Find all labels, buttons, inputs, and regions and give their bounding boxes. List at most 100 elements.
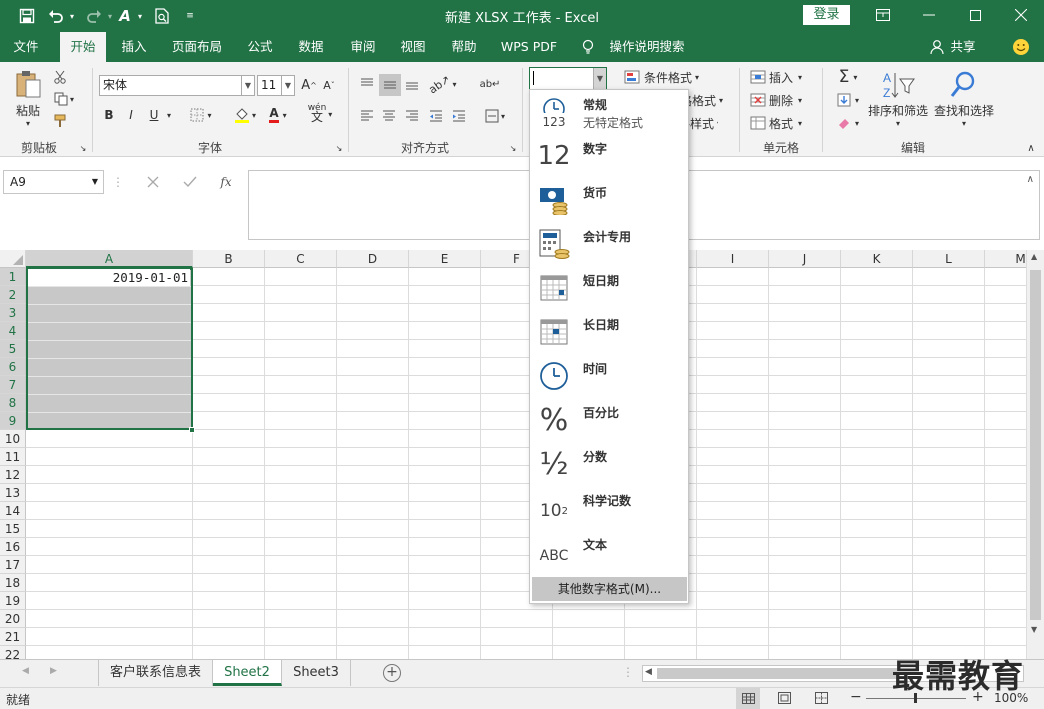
lightbulb-icon[interactable] (580, 32, 596, 62)
format-painter-icon[interactable] (50, 112, 70, 130)
alignment-launcher-icon[interactable]: ↘ (508, 143, 518, 153)
cell-a1[interactable]: 2019-01-01 (28, 269, 190, 286)
sort-filter-dropdown-icon[interactable]: ▾ (890, 118, 906, 128)
cancel-icon[interactable] (140, 172, 166, 192)
format-cells-button[interactable]: 格式 ▾ (750, 114, 814, 132)
row-header-22[interactable]: 22 (0, 646, 26, 659)
select-all-corner[interactable] (0, 250, 26, 268)
format-short-date[interactable]: 短日期 (530, 266, 688, 310)
format-fraction[interactable]: ½ 分数 (530, 442, 688, 486)
font-size-select[interactable]: 11 ▼ (257, 75, 295, 96)
underline-button[interactable]: U (145, 105, 163, 125)
page-layout-view-icon[interactable] (778, 692, 791, 707)
row-header-20[interactable]: 20 (0, 610, 26, 628)
align-top-icon[interactable] (357, 74, 377, 94)
page-break-view-icon[interactable] (815, 692, 828, 707)
tab-view[interactable]: 视图 (392, 32, 434, 62)
format-accounting[interactable]: 会计专用 (530, 222, 688, 266)
delete-cells-button[interactable]: 删除 ▾ (750, 91, 814, 109)
bold-button[interactable]: B (100, 105, 118, 125)
row-header-13[interactable]: 13 (0, 484, 26, 502)
fill-icon[interactable]: ▾ (832, 91, 864, 109)
worksheet-grid[interactable]: 2019-01-01 ABCDEFGHIJKLM1234567891011121… (0, 250, 1026, 659)
row-header-11[interactable]: 11 (0, 448, 26, 466)
find-select-dropdown-icon[interactable]: ▾ (956, 118, 972, 128)
format-text[interactable]: ABC 文本 (530, 530, 688, 574)
row-header-8[interactable]: 8 (0, 394, 26, 412)
insert-cells-button[interactable]: 插入 ▾ (750, 68, 814, 86)
more-number-formats-button[interactable]: 其他数字格式(M)... (532, 577, 687, 601)
scroll-up-icon[interactable]: ▲ (1031, 252, 1037, 261)
enter-icon[interactable] (177, 172, 203, 192)
sheet-tab-contacts[interactable]: 客户联系信息表 (98, 660, 213, 686)
scroll-left-icon[interactable]: ◀ (645, 667, 652, 677)
sheet-prev-icon[interactable]: ◀ (22, 666, 29, 676)
close-icon[interactable] (1006, 4, 1036, 26)
clear-icon[interactable]: ▾ (832, 114, 864, 132)
align-left-icon[interactable] (357, 106, 377, 126)
paste-dropdown-icon[interactable]: ▾ (20, 118, 36, 128)
sheet-tab-sheet2[interactable]: Sheet2 (213, 660, 282, 686)
format-number[interactable]: 12 数字 (530, 134, 688, 178)
column-header-m[interactable]: M (985, 250, 1026, 268)
decrease-indent-icon[interactable] (426, 106, 446, 126)
italic-button[interactable]: I (122, 105, 140, 125)
font-launcher-icon[interactable]: ↘ (334, 143, 344, 153)
paste-button[interactable]: 粘贴 (10, 102, 46, 118)
orientation-icon[interactable]: ab↗ ▾ (426, 72, 457, 96)
row-header-7[interactable]: 7 (0, 376, 26, 394)
scroll-thumb[interactable] (1030, 270, 1041, 620)
insert-function-icon[interactable]: fx (213, 172, 239, 192)
tab-file[interactable]: 文件 (4, 32, 48, 62)
row-header-3[interactable]: 3 (0, 304, 26, 322)
autosum-icon[interactable]: Σ ▾ (832, 67, 864, 87)
ribbon-display-icon[interactable] (868, 4, 898, 26)
user-icon[interactable] (928, 32, 946, 62)
smiley-icon[interactable] (1010, 32, 1032, 62)
fill-color-icon[interactable]: ▾ (230, 105, 260, 125)
row-header-18[interactable]: 18 (0, 574, 26, 592)
row-header-12[interactable]: 12 (0, 466, 26, 484)
format-general[interactable]: 123 常规 无特定格式 (530, 90, 688, 134)
minimize-icon[interactable] (914, 4, 944, 26)
row-header-9[interactable]: 9 (0, 412, 26, 430)
cell-styles-button[interactable]: 单元格样式▾ (688, 114, 718, 132)
format-long-date[interactable]: 长日期 (530, 310, 688, 354)
conditional-format-button[interactable]: 条件格式 ▾ (624, 68, 714, 86)
tab-home[interactable]: 开始 (60, 32, 106, 63)
vertical-scrollbar[interactable]: ▲ ▼ (1026, 250, 1044, 660)
format-percentage[interactable]: % 百分比 (530, 398, 688, 442)
name-box[interactable]: A9 ▼ (3, 170, 104, 194)
column-header-c[interactable]: C (265, 250, 337, 268)
align-middle-icon[interactable] (379, 74, 401, 96)
underline-dropdown-icon[interactable]: ▾ (164, 105, 174, 125)
tell-me-search[interactable]: 操作说明搜索 (604, 32, 690, 62)
font-name-select[interactable]: 宋体 ▼ (99, 75, 255, 96)
font-color-icon[interactable]: A ▾ (263, 105, 293, 125)
tab-data[interactable]: 数据 (290, 32, 332, 62)
cut-icon[interactable] (50, 68, 70, 86)
border-icon[interactable]: ▾ (186, 105, 216, 125)
row-header-15[interactable]: 15 (0, 520, 26, 538)
tab-review[interactable]: 审阅 (342, 32, 384, 62)
fill-handle[interactable] (189, 427, 195, 433)
row-header-14[interactable]: 14 (0, 502, 26, 520)
copy-icon[interactable]: ▾ (50, 90, 78, 108)
align-right-icon[interactable] (402, 106, 422, 126)
row-header-10[interactable]: 10 (0, 430, 26, 448)
share-button[interactable]: 共享 (946, 32, 980, 62)
row-header-1[interactable]: 1 (0, 268, 26, 286)
row-header-17[interactable]: 17 (0, 556, 26, 574)
maximize-icon[interactable] (960, 4, 990, 26)
sort-filter-button[interactable]: 排序和筛选 (866, 102, 930, 118)
row-header-6[interactable]: 6 (0, 358, 26, 376)
hscroll-thumb[interactable] (657, 668, 897, 679)
merge-center-icon[interactable]: ▾ (480, 106, 510, 126)
row-header-2[interactable]: 2 (0, 286, 26, 304)
add-sheet-icon[interactable]: + (383, 664, 401, 682)
column-header-b[interactable]: B (193, 250, 265, 268)
grow-font-icon[interactable]: A ^ (300, 75, 318, 95)
find-select-icon[interactable] (945, 68, 981, 102)
sort-filter-icon[interactable]: AZ (878, 68, 918, 102)
wrap-text-icon[interactable]: ab↵ (480, 74, 501, 94)
